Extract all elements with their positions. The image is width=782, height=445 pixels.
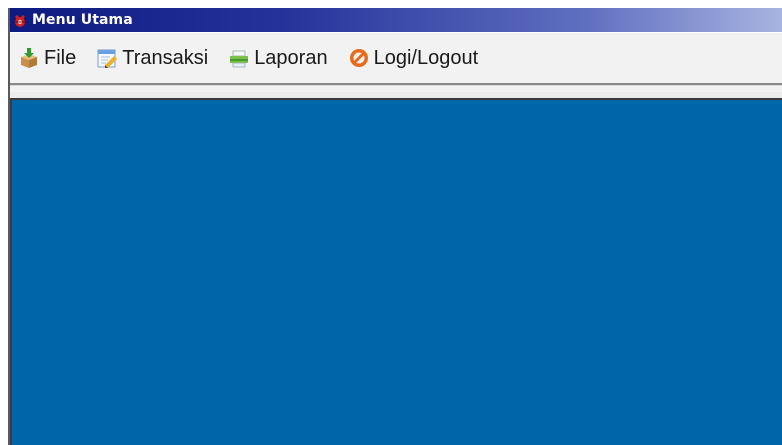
no-entry-icon: [348, 47, 370, 69]
app-bug-icon: [13, 13, 27, 27]
menu-laporan[interactable]: Laporan: [222, 44, 333, 72]
menu-laporan-label: Laporan: [254, 46, 328, 69]
window-title: Menu Utama: [32, 12, 133, 28]
title-bar[interactable]: Menu Utama: [10, 8, 782, 32]
menu-file-label: File: [44, 46, 77, 69]
box-download-icon: [18, 47, 40, 69]
notepad-edit-icon: [96, 47, 118, 69]
menu-separator: [10, 83, 782, 86]
menu-bar: File Transaksi Laporan Logi/Logout: [10, 32, 782, 92]
menu-transaksi-label: Transaksi: [122, 46, 209, 69]
main-window: Menu Utama File Transaksi Laporan Logi/L…: [8, 8, 782, 445]
desktop-pane[interactable]: [10, 98, 782, 445]
printer-icon: [228, 47, 250, 69]
menu-transaksi[interactable]: Transaksi: [90, 44, 214, 72]
menu-logi-logout[interactable]: Logi/Logout: [342, 44, 485, 72]
menu-logi-logout-label: Logi/Logout: [373, 46, 479, 69]
menu-file[interactable]: File: [10, 44, 82, 72]
